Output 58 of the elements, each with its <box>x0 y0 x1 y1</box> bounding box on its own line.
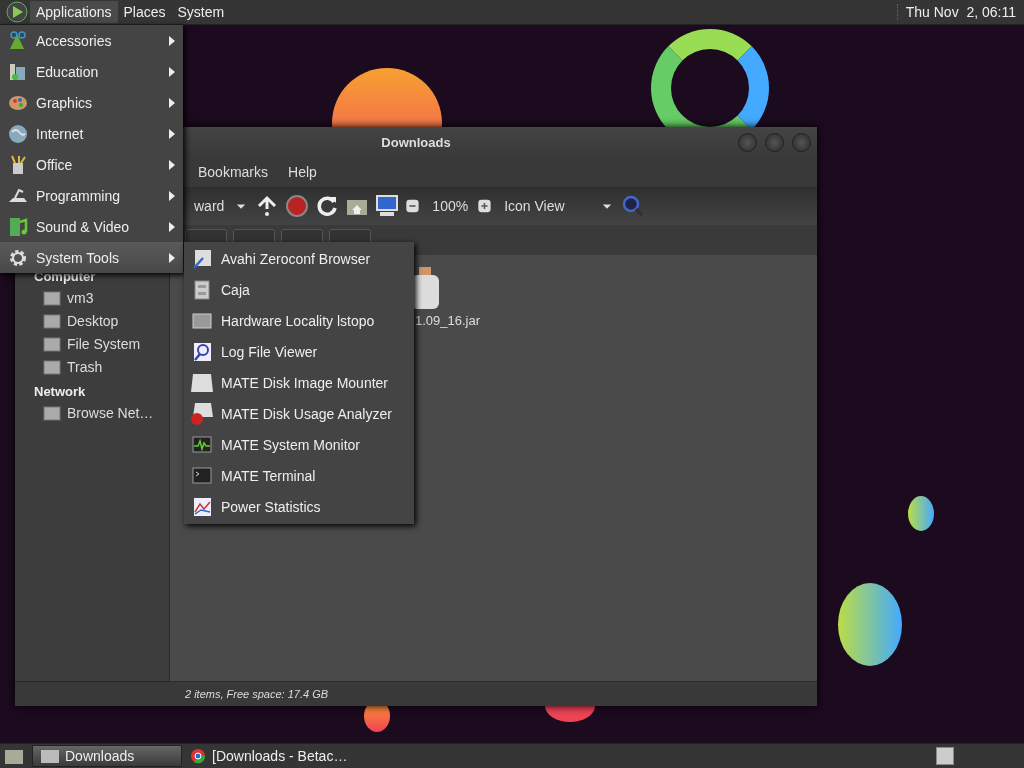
menu-item[interactable]: Log File Viewer <box>184 336 414 367</box>
view-dropdown[interactable]: Icon View <box>500 198 595 214</box>
menu-item[interactable]: Accessories <box>0 25 183 56</box>
cabinet-icon <box>191 278 213 301</box>
browser-icon <box>190 748 206 764</box>
sidebar-heading: Network <box>33 383 87 401</box>
graph-monitor-icon <box>191 433 213 456</box>
terminal-icon <box>191 464 213 487</box>
file-name[interactable]: 1.09_16.jar <box>415 313 481 328</box>
panel-menu[interactable]: System <box>171 1 231 23</box>
menu-item[interactable]: Avahi Zeroconf Browser <box>184 243 414 274</box>
taskbar-button[interactable]: Downloads <box>32 745 182 767</box>
menu-item[interactable]: Programming <box>0 180 183 211</box>
zoom-level: 100% <box>431 198 470 214</box>
panel-menu[interactable]: Places <box>117 1 172 23</box>
pie-disk-icon <box>191 402 213 425</box>
submenu-arrow-icon <box>169 190 175 201</box>
globe-icon <box>7 122 29 145</box>
menu-item[interactable]: MATE Disk Image Mounter <box>184 367 414 398</box>
menu-item[interactable]: Office <box>0 149 183 180</box>
menu-item[interactable]: MATE Terminal <box>184 460 414 491</box>
sidebar-item[interactable]: Desktop <box>67 312 119 329</box>
submenu-arrow-icon <box>169 35 175 46</box>
status-text: 2 items, Free space: 17.4 GB <box>185 688 329 700</box>
stop-icon[interactable] <box>284 193 311 219</box>
sidebar-item[interactable]: vm3 <box>67 289 94 306</box>
panel-menu[interactable]: Applications <box>30 1 118 23</box>
submenu-arrow-icon <box>169 221 175 232</box>
menu-item[interactable]: Hardware Locality lstopo <box>184 305 414 336</box>
window-title: Downloads <box>381 134 451 150</box>
computer-icon[interactable] <box>374 193 401 219</box>
magnifier-icon <box>191 340 213 363</box>
menu-item[interactable]: System Tools <box>0 242 183 273</box>
submenu-arrow-icon <box>169 97 175 108</box>
menu-item[interactable]: Bookmarks <box>190 161 277 183</box>
menu-item[interactable]: Internet <box>0 118 183 149</box>
logo-icon[interactable] <box>6 1 28 23</box>
sidebar-item[interactable]: File System <box>67 335 141 352</box>
menu-item[interactable]: MATE Disk Usage Analyzer <box>184 398 414 429</box>
menu-item[interactable]: Graphics <box>0 87 183 118</box>
menu-item[interactable]: Caja <box>184 274 414 305</box>
oval-shape <box>908 496 934 531</box>
clock[interactable]: Thu Nov 2, 06:11 <box>896 4 1024 20</box>
menu-item[interactable]: Help <box>280 161 325 183</box>
submenu-arrow-icon <box>169 66 175 77</box>
forward-button[interactable]: ward <box>190 198 229 214</box>
taskbar-button[interactable]: [Downloads - Betac… <box>182 745 356 767</box>
submenu-arrow-icon <box>169 252 175 263</box>
menu-item[interactable]: MATE System Monitor <box>184 429 414 460</box>
menu-item[interactable]: Power Statistics <box>184 491 414 522</box>
sidebar-item[interactable]: Trash <box>67 358 103 375</box>
menu-item[interactable]: Sound & Video <box>0 211 183 242</box>
workspace-switcher[interactable] <box>936 747 954 765</box>
sidebar-item[interactable]: Browse Net… <box>67 404 154 421</box>
submenu-arrow-icon <box>169 159 175 170</box>
menu-item[interactable]: Education <box>0 56 183 87</box>
chart-icon <box>191 495 213 518</box>
submenu-arrow-icon <box>169 128 175 139</box>
